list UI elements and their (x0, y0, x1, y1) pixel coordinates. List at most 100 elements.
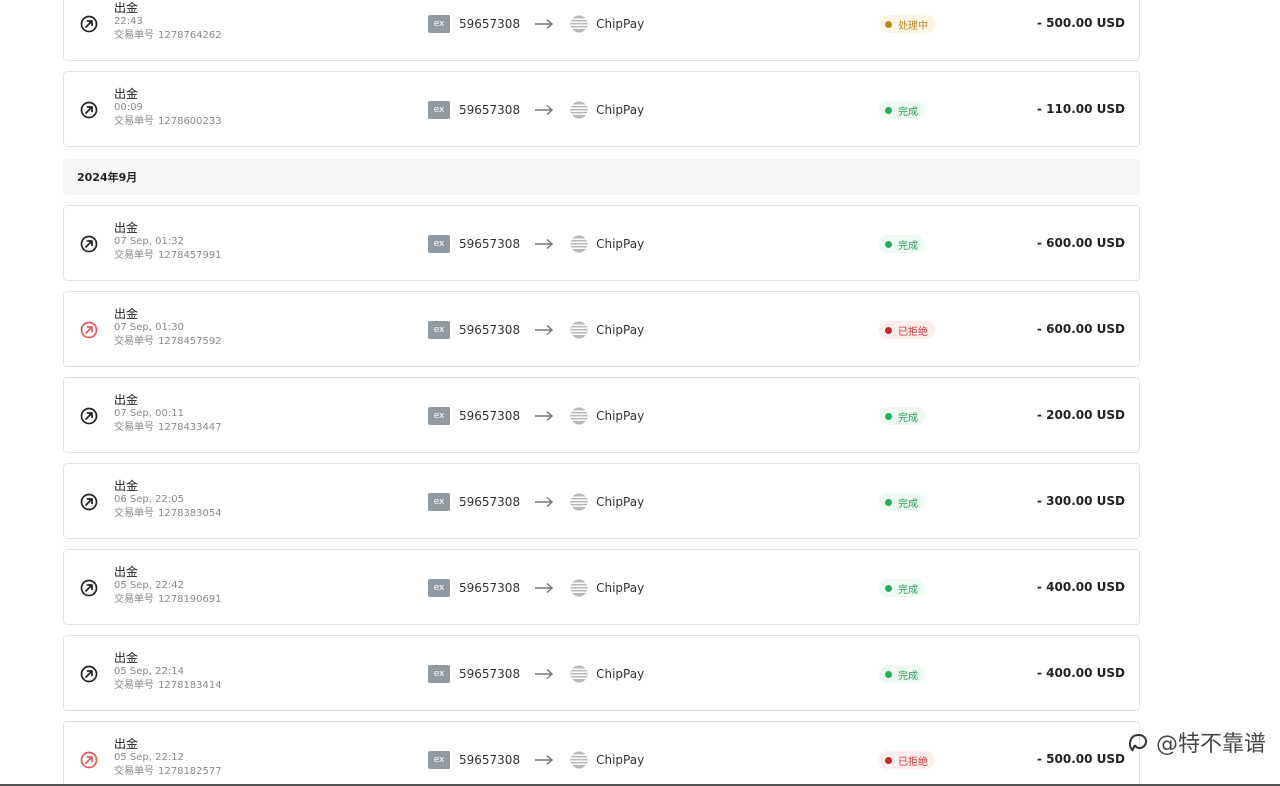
transaction-time: 07 Sep, 01:32 (114, 236, 184, 247)
transaction-row[interactable]: 出金 22:43 交易单号 1278764262 ex 59657308 ChipPay 处理… (63, 0, 1140, 61)
source-account-number: 59657308 (459, 581, 521, 595)
transaction-ref-number: 1278383054 (158, 508, 222, 519)
arrow-up-right-circle-icon (80, 15, 98, 33)
destination-name: ChipPay (596, 237, 645, 251)
transaction-ref-label: 交易单号 (114, 336, 154, 347)
transaction-amount: - 500.00 USD (1037, 752, 1125, 766)
arrow-right-icon (535, 496, 554, 508)
transaction-row[interactable]: 出金 07 Sep, 01:30 交易单号 1278457592 ex 59657308 C… (63, 291, 1140, 367)
chippay-logo-icon (570, 321, 588, 339)
transaction-type: 出金 (114, 87, 139, 101)
transaction-row[interactable]: 出金 05 Sep, 22:14 交易单号 1278183414 ex 59657308 C… (63, 635, 1140, 711)
status-dot (885, 412, 892, 420)
transaction-time: 06 Sep, 22:05 (114, 494, 184, 505)
status-badge: 完成 (879, 235, 925, 253)
transaction-type: 出金 (114, 737, 139, 751)
transaction-amount: - 110.00 USD (1037, 102, 1125, 116)
transaction-ref: 交易单号 1278183414 (114, 679, 222, 693)
source-account-number: 59657308 (459, 753, 521, 767)
status-badge: 完成 (879, 665, 925, 683)
destination-name: ChipPay (596, 323, 645, 337)
transaction-row[interactable]: 出金 07 Sep, 00:11 交易单号 1278433447 ex 59657308 C… (63, 377, 1140, 453)
transaction-info: 出金 07 Sep, 01:32 交易单号 1278457991 (114, 221, 222, 263)
transaction-row[interactable]: 出金 05 Sep, 22:12 交易单号 1278182577 ex 59657308 C… (63, 721, 1140, 786)
status-label: 完成 (898, 412, 918, 424)
source-account-badge: ex (428, 493, 450, 511)
transaction-time: 07 Sep, 01:30 (114, 322, 184, 333)
transaction-ref: 交易单号 1278190691 (114, 593, 222, 607)
transaction-ref-label: 交易单号 (114, 594, 154, 605)
source-account-number: 59657308 (459, 667, 521, 681)
destination-name: ChipPay (596, 495, 645, 509)
status-badge: 已拒绝 (879, 751, 935, 769)
arrow-right-icon (535, 238, 554, 250)
transaction-row[interactable]: 出金 07 Sep, 01:32 交易单号 1278457991 ex 59657308 C… (63, 205, 1140, 281)
transaction-ref-label: 交易单号 (114, 250, 154, 261)
transaction-amount: - 500.00 USD (1037, 16, 1125, 30)
transaction-time: 05 Sep, 22:12 (114, 752, 184, 763)
transaction-time: 00:09 (114, 102, 143, 113)
transaction-amount: - 600.00 USD (1037, 322, 1125, 336)
arrow-right-icon (535, 104, 554, 116)
transaction-amount: - 300.00 USD (1037, 494, 1125, 508)
status-label: 完成 (898, 240, 918, 252)
destination-name: ChipPay (596, 667, 645, 681)
transaction-ref-label: 交易单号 (114, 116, 154, 127)
arrow-up-right-circle-icon (80, 407, 98, 425)
chippay-logo-icon (570, 235, 588, 253)
transaction-ref-label: 交易单号 (114, 30, 154, 41)
source-account-badge: ex (428, 665, 450, 683)
status-dot (885, 326, 892, 334)
source-account-badge: ex (428, 15, 450, 33)
transaction-ref-number: 1278190691 (158, 594, 222, 605)
transaction-ref-number: 1278457592 (158, 336, 222, 347)
arrow-up-right-circle-icon (80, 321, 98, 339)
transaction-type: 出金 (114, 651, 139, 665)
status-dot (885, 106, 892, 114)
transfer-route: ex 59657308 ChipPay (428, 319, 644, 341)
source-account-number: 59657308 (459, 495, 521, 509)
transaction-type: 出金 (114, 307, 139, 321)
arrow-up-right-circle-icon (80, 579, 98, 597)
transaction-ref: 交易单号 1278383054 (114, 507, 222, 521)
source-account-badge: ex (428, 751, 450, 769)
transaction-info: 出金 07 Sep, 01:30 交易单号 1278457592 (114, 307, 222, 349)
transaction-info: 出金 06 Sep, 22:05 交易单号 1278383054 (114, 479, 222, 521)
transaction-ref-label: 交易单号 (114, 508, 154, 519)
transaction-row[interactable]: 出金 06 Sep, 22:05 交易单号 1278383054 ex 59657308 C… (63, 463, 1140, 539)
source-account-badge: ex (428, 579, 450, 597)
transaction-row[interactable]: 出金 00:09 交易单号 1278600233 ex 59657308 ChipPay 完成… (63, 71, 1140, 147)
chippay-logo-icon (570, 579, 588, 597)
transaction-ref-label: 交易单号 (114, 766, 154, 777)
transaction-ref: 交易单号 1278764262 (114, 29, 222, 43)
source-account-number: 59657308 (459, 237, 521, 251)
transfer-route: ex 59657308 ChipPay (428, 99, 644, 121)
status-dot (885, 20, 892, 28)
destination-name: ChipPay (596, 753, 645, 767)
transfer-route: ex 59657308 ChipPay (428, 663, 644, 685)
transaction-info: 出金 00:09 交易单号 1278600233 (114, 87, 222, 129)
transaction-row[interactable]: 出金 05 Sep, 22:42 交易单号 1278190691 ex 59657308 C… (63, 549, 1140, 625)
transaction-ref-label: 交易单号 (114, 422, 154, 433)
status-badge: 完成 (879, 493, 925, 511)
status-dot (885, 670, 892, 678)
transfer-route: ex 59657308 ChipPay (428, 491, 644, 513)
status-label: 处理中 (898, 20, 928, 32)
transaction-info: 出金 05 Sep, 22:42 交易单号 1278190691 (114, 565, 222, 607)
status-label: 已拒绝 (898, 326, 928, 338)
arrow-up-right-circle-icon (80, 751, 98, 769)
chippay-logo-icon (570, 751, 588, 769)
transaction-ref: 交易单号 1278457991 (114, 249, 222, 263)
source-account-number: 59657308 (459, 103, 521, 117)
chippay-logo-icon (570, 407, 588, 425)
transaction-ref: 交易单号 1278600233 (114, 115, 222, 129)
destination-name: ChipPay (596, 17, 645, 31)
arrow-up-right-circle-icon (80, 101, 98, 119)
transaction-ref-number: 1278433447 (158, 422, 222, 433)
transfer-route: ex 59657308 ChipPay (428, 13, 644, 35)
status-badge: 完成 (879, 101, 925, 119)
arrow-right-icon (535, 582, 554, 594)
source-account-badge: ex (428, 101, 450, 119)
transaction-ref-number: 1278183414 (158, 680, 222, 691)
transaction-ref: 交易单号 1278457592 (114, 335, 222, 349)
